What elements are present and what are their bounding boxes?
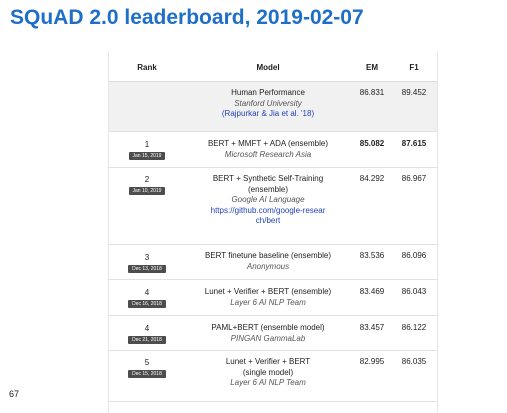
rank-number: 2 bbox=[144, 175, 150, 184]
model-name: BERT + Synthetic Self-Training (ensemble… bbox=[212, 174, 324, 194]
model-org: Anonymous bbox=[246, 261, 290, 271]
rank-cell: 2 Jan 10, 2019 bbox=[109, 175, 185, 195]
paper-link[interactable]: (Rajpurkar & Jia et al. '18) bbox=[187, 109, 349, 120]
rank-number: 3 bbox=[144, 253, 150, 262]
date-badge: Dec 15, 2018 bbox=[128, 370, 166, 378]
em-score: 84.292 bbox=[359, 174, 385, 183]
date-badge: Dec 21, 2018 bbox=[128, 336, 166, 344]
date-badge: Jan 15, 2019 bbox=[128, 152, 166, 160]
f1-score: 86.122 bbox=[401, 323, 427, 332]
date-badge: Dec 16, 2018 bbox=[128, 300, 166, 308]
human-performance-row: Human Performance Stanford University (R… bbox=[109, 82, 437, 132]
rank-cell: 1 Jan 15, 2019 bbox=[109, 140, 185, 160]
table-row: 2 Jan 10, 2019 BERT + Synthetic Self-Tra… bbox=[109, 168, 437, 245]
rank-number: 1 bbox=[144, 140, 150, 149]
model-org: Stanford University bbox=[234, 98, 302, 108]
table-row: 4 Dec 21, 2018 PAML+BERT (ensemble model… bbox=[109, 316, 437, 351]
model-org: Layer 6 AI NLP Team bbox=[230, 297, 306, 307]
rank-number: 5 bbox=[144, 358, 150, 367]
f1-score: 86.096 bbox=[401, 251, 427, 260]
date-badge: Jan 10, 2019 bbox=[128, 187, 166, 195]
f1-score: 86.967 bbox=[401, 174, 427, 183]
model-name: PAML+BERT (ensemble model) bbox=[211, 323, 325, 332]
github-link[interactable]: https://github.com/google-research/bert bbox=[209, 206, 327, 227]
rank-cell: 3 Dec 13, 2018 bbox=[109, 253, 185, 273]
model-org: Microsoft Research Asia bbox=[224, 149, 312, 159]
table-header: Rank Model EM F1 bbox=[109, 51, 437, 82]
rank-number: 4 bbox=[144, 324, 150, 333]
slide-title: SQuAD 2.0 leaderboard, 2019-02-07 bbox=[10, 6, 364, 29]
em-score: 83.536 bbox=[359, 251, 385, 260]
table-row: 4 Dec 16, 2018 Lunet + Verifier + BERT (… bbox=[109, 280, 437, 316]
f1-score: 86.035 bbox=[401, 357, 427, 366]
table-row: 3 Dec 13, 2018 BERT finetune baseline (e… bbox=[109, 245, 437, 280]
leaderboard-table: Rank Model EM F1 Human Performance Stanf… bbox=[108, 51, 438, 413]
model-cell: BERT + MMFT + ADA (ensemble) Microsoft R… bbox=[187, 139, 349, 160]
model-cell: BERT + Synthetic Self-Training (ensemble… bbox=[209, 174, 327, 227]
rank-column-header: Rank bbox=[137, 63, 157, 72]
model-name: Lunet + Verifier + BERT (single model) bbox=[225, 357, 311, 377]
f1-score: 89.452 bbox=[401, 88, 427, 97]
model-cell: Lunet + Verifier + BERT (ensemble) Layer… bbox=[187, 287, 349, 308]
model-name: Human Performance bbox=[231, 88, 305, 97]
slide-page-number: 67 bbox=[9, 389, 20, 399]
model-org: PINGAN GammaLab bbox=[230, 333, 306, 343]
model-org: Google AI Language bbox=[231, 195, 305, 204]
em-score: 83.457 bbox=[359, 323, 385, 332]
table-row: 5 Dec 15, 2018 Lunet + Verifier + BERT (… bbox=[109, 351, 437, 402]
model-name: BERT finetune baseline (ensemble) bbox=[205, 251, 331, 260]
em-score: 85.082 bbox=[359, 139, 385, 148]
rank-cell: 4 Dec 16, 2018 bbox=[109, 288, 185, 308]
em-column-header: EM bbox=[366, 63, 378, 72]
f1-score: 86.043 bbox=[401, 287, 427, 296]
model-name: Lunet + Verifier + BERT (ensemble) bbox=[204, 287, 332, 296]
table-row: 1 Jan 15, 2019 BERT + MMFT + ADA (ensemb… bbox=[109, 132, 437, 168]
model-cell: BERT finetune baseline (ensemble) Anonym… bbox=[187, 251, 349, 272]
model-cell: Human Performance Stanford University (R… bbox=[187, 88, 349, 120]
f1-column-header: F1 bbox=[409, 63, 419, 72]
rank-cell: 4 Dec 21, 2018 bbox=[109, 324, 185, 344]
rank-cell: 5 Dec 15, 2018 bbox=[109, 358, 185, 378]
f1-score: 87.615 bbox=[401, 139, 427, 148]
em-score: 83.469 bbox=[359, 287, 385, 296]
em-score: 82.995 bbox=[359, 357, 385, 366]
model-column-header: Model bbox=[256, 63, 280, 72]
rank-number: 4 bbox=[144, 288, 150, 297]
model-name: BERT + MMFT + ADA (ensemble) bbox=[207, 139, 329, 148]
em-score: 86.831 bbox=[359, 88, 385, 97]
model-org: Layer 6 AI NLP Team bbox=[230, 378, 306, 387]
model-cell: Lunet + Verifier + BERT (single model) L… bbox=[217, 357, 319, 389]
date-badge: Dec 13, 2018 bbox=[128, 265, 166, 273]
model-cell: PAML+BERT (ensemble model) PINGAN GammaL… bbox=[187, 323, 349, 344]
